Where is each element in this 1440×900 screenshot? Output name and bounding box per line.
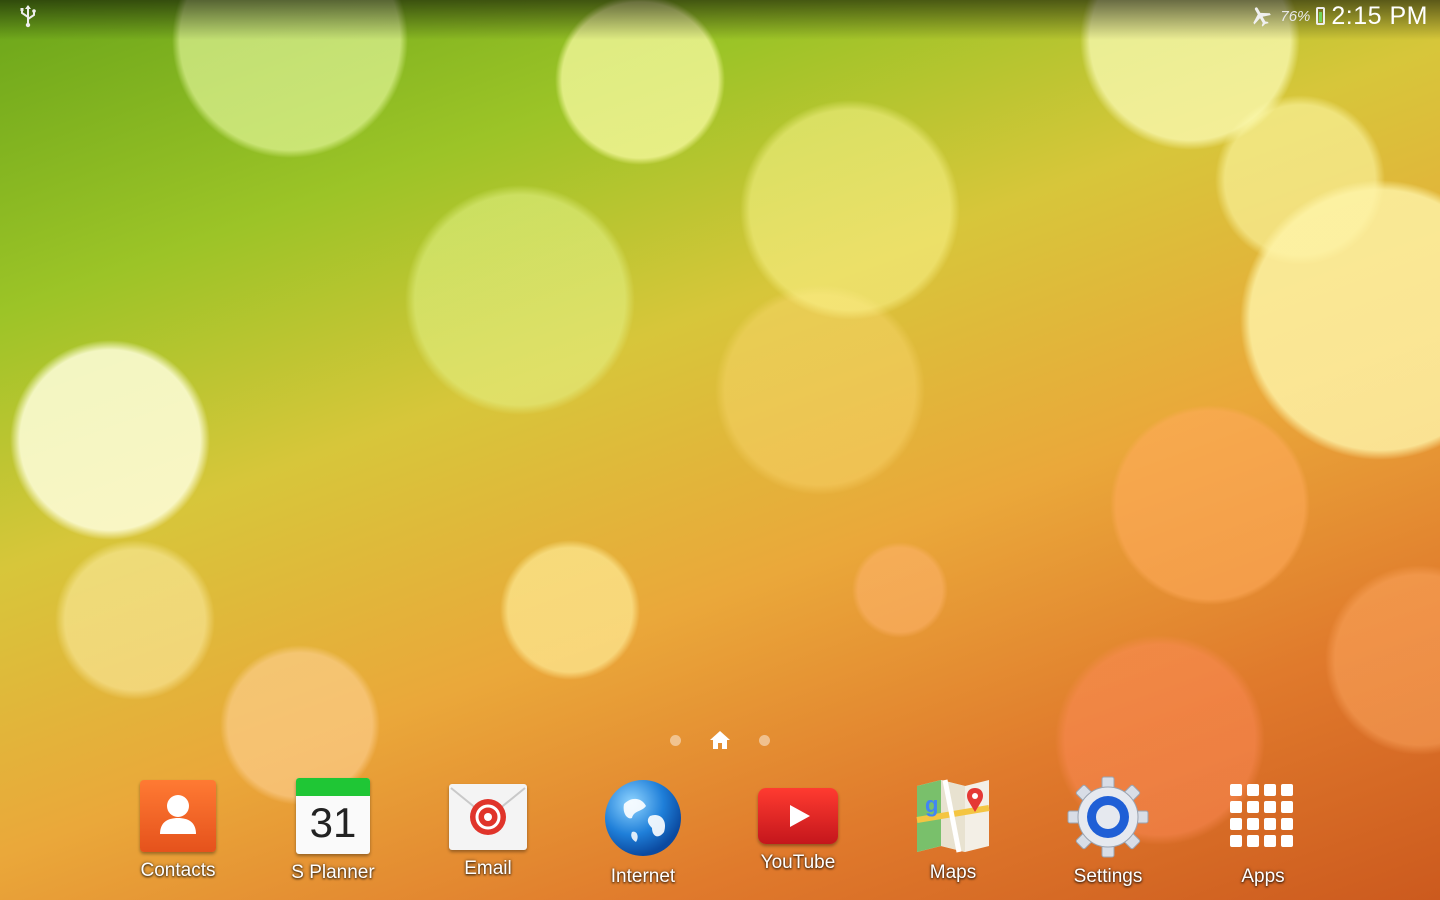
page-dot[interactable]: [670, 734, 681, 746]
gear-icon: [1067, 776, 1149, 858]
app-settings[interactable]: Settings: [1030, 772, 1186, 888]
contacts-icon: [140, 780, 216, 852]
svg-text:g: g: [925, 792, 938, 817]
calendar-date: 31: [309, 799, 357, 846]
home-icon[interactable]: [708, 728, 732, 752]
app-label: Maps: [929, 862, 977, 883]
app-label: YouTube: [760, 852, 836, 873]
app-s-planner[interactable]: 31 S Planner: [255, 772, 411, 884]
app-contacts[interactable]: Contacts: [100, 772, 256, 882]
youtube-icon: [758, 788, 838, 844]
app-label: Apps: [1241, 866, 1285, 887]
page-indicator[interactable]: [670, 728, 770, 752]
clock: 2:15 PM: [1331, 1, 1428, 30]
app-label: S Planner: [291, 862, 375, 883]
app-youtube[interactable]: YouTube: [720, 772, 876, 874]
status-bar[interactable]: 76% 2:15 PM: [0, 0, 1440, 32]
app-email[interactable]: Email: [410, 772, 566, 880]
maps-icon: g: [915, 778, 991, 854]
calendar-header-bar: [296, 778, 370, 796]
status-indicators: 76% 2:15 PM: [1248, 0, 1428, 32]
app-grid-icon: [1222, 776, 1304, 858]
airplane-mode-icon: [1253, 7, 1272, 27]
dock: Contacts 31 S Planner Email Internet You…: [100, 772, 1340, 892]
app-label: Contacts: [140, 860, 216, 881]
app-apps[interactable]: Apps: [1185, 772, 1341, 888]
app-maps[interactable]: g Maps: [875, 772, 1031, 884]
page-dot[interactable]: [759, 734, 770, 746]
usb-icon: [20, 5, 36, 28]
app-label: Email: [464, 858, 512, 879]
calendar-icon: 31: [296, 778, 370, 854]
app-label: Settings: [1073, 866, 1143, 887]
email-icon: [449, 784, 527, 850]
battery-icon: [1316, 7, 1326, 25]
app-label: Internet: [610, 866, 676, 887]
globe-icon: [602, 776, 684, 858]
battery-percent: 76%: [1280, 7, 1311, 25]
app-internet[interactable]: Internet: [565, 772, 721, 888]
